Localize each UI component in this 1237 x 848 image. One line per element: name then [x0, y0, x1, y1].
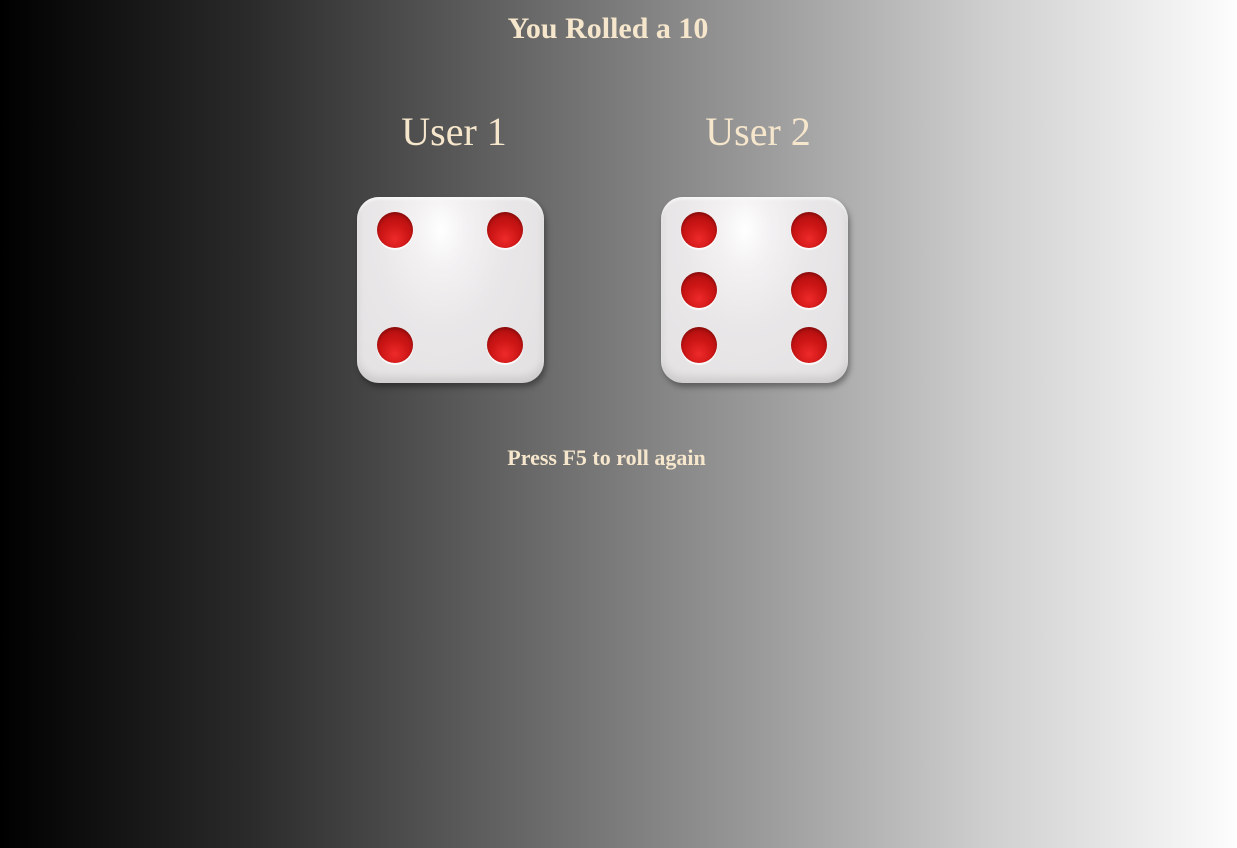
die-pip	[791, 327, 827, 363]
die-pip	[681, 212, 717, 248]
die-pip	[487, 212, 523, 248]
die-pip	[681, 327, 717, 363]
player-2-die	[661, 197, 848, 383]
die-pip	[487, 327, 523, 363]
die-pip	[377, 212, 413, 248]
die-pip	[791, 212, 827, 248]
die-pip	[791, 272, 827, 308]
player-1-name: User 1	[401, 109, 507, 154]
player-2-name: User 2	[705, 109, 811, 154]
player-1-die	[357, 197, 544, 383]
roll-result-heading: You Rolled a 10	[507, 12, 709, 45]
die-pip	[681, 272, 717, 308]
roll-again-hint: Press F5 to roll again	[507, 445, 706, 470]
die-pip	[377, 327, 413, 363]
